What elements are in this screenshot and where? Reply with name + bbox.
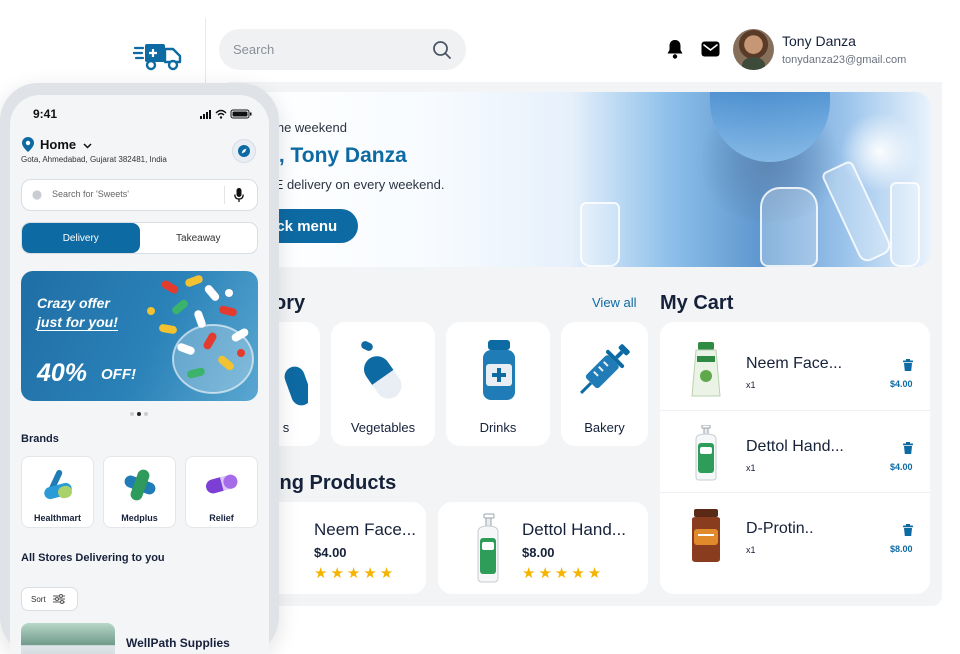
brand-card-medplus[interactable]: Medplus xyxy=(103,456,176,528)
location-label: Home xyxy=(40,137,77,152)
phone-search-bar[interactable] xyxy=(21,179,258,211)
cart-item-price: $4.00 xyxy=(890,379,913,389)
app-screen: Tony Danza tonydanza23@gmail.com f the w… xyxy=(0,0,960,654)
supplement-jar-icon xyxy=(692,509,720,562)
medical-cross-icon xyxy=(124,469,156,501)
product-name: Neem Face... xyxy=(314,520,417,539)
cart-item-price: $4.00 xyxy=(890,462,913,472)
sort-button[interactable]: Sort xyxy=(21,587,78,611)
hand-wash-bottle-icon xyxy=(695,425,717,481)
category-label: Drinks xyxy=(479,420,517,435)
product-price: $8.00 xyxy=(522,545,555,560)
product-card[interactable]: Dettol Hand... $8.00 ★★★★★ xyxy=(438,502,648,594)
location-address: Gota, Ahmedabad, Gujarat 382481, India xyxy=(21,155,167,164)
search-icon[interactable] xyxy=(432,40,452,60)
pills-jar-image xyxy=(147,275,254,394)
offer-banner[interactable]: Crazy offer just for you! 40% OFF! xyxy=(21,271,258,401)
hand-wash-bottle-icon xyxy=(477,513,499,583)
banner-discount: 40% xyxy=(37,359,88,387)
carousel-dots[interactable] xyxy=(129,411,151,417)
cart-item-qty: x1 xyxy=(746,545,756,555)
user-avatar[interactable] xyxy=(733,29,774,70)
category-card[interactable]: Bakery xyxy=(561,322,648,446)
search-icon xyxy=(32,190,42,200)
syringe-icon xyxy=(580,344,630,394)
cart-item[interactable]: Dettol Hand... x1 $4.00 xyxy=(660,410,930,492)
cart-item-name: Dettol Hand... xyxy=(746,438,844,455)
capsule-icon xyxy=(206,474,238,494)
medicine-bottle-icon xyxy=(483,340,515,400)
rating-stars: ★★★★★ xyxy=(314,565,397,582)
capsule-pill-icon xyxy=(44,469,72,500)
cart-panel: Neem Face... x1 $4.00 Dettol Hand... x1 xyxy=(660,322,930,594)
location-selector[interactable]: Home xyxy=(40,137,92,152)
search-bar[interactable] xyxy=(219,29,466,70)
microphone-icon[interactable] xyxy=(234,188,244,203)
compass-icon[interactable] xyxy=(232,139,256,163)
cart-item[interactable]: D-Protin.. x1 $8.00 xyxy=(660,492,930,574)
tab-delivery[interactable]: Delivery xyxy=(22,223,140,253)
tab-takeaway[interactable]: Takeaway xyxy=(140,223,258,253)
brand-label: Healthmart xyxy=(33,513,81,523)
trash-icon[interactable] xyxy=(902,524,914,536)
brands-title: Brands xyxy=(21,433,59,445)
banner-line-1: Crazy offer xyxy=(37,295,110,311)
cart-item-qty: x1 xyxy=(746,380,756,390)
user-email: tonydanza23@gmail.com xyxy=(782,54,907,66)
phone-search-input[interactable] xyxy=(52,189,202,199)
sidebar-divider xyxy=(205,18,206,88)
delivery-truck-logo-icon[interactable] xyxy=(133,40,183,72)
order-type-tabs: Delivery Takeaway xyxy=(21,222,258,254)
store-image[interactable] xyxy=(21,623,115,654)
cart-item[interactable]: Neem Face... x1 $4.00 xyxy=(660,328,930,410)
brand-card-relief[interactable]: Relief xyxy=(185,456,258,528)
trash-icon[interactable] xyxy=(902,442,914,454)
mail-icon[interactable] xyxy=(699,38,721,60)
products-title: ing Products xyxy=(274,472,397,494)
face-wash-tube-icon xyxy=(691,342,721,397)
view-all-link[interactable]: View all xyxy=(592,295,637,310)
brand-label: Medplus xyxy=(121,513,158,523)
product-price: $4.00 xyxy=(314,545,347,560)
cart-item-price: $8.00 xyxy=(890,544,913,554)
banner-line-2: just for you! xyxy=(37,314,118,331)
phone-screen: 9:41 Home Gota, Ahmedabad, Gujarat 38248… xyxy=(10,95,269,654)
hero-title: o, Tony Danza xyxy=(266,144,407,167)
user-name: Tony Danza xyxy=(782,33,856,49)
notification-bell-icon[interactable] xyxy=(664,38,686,60)
brand-label: Relief xyxy=(209,513,234,523)
store-name[interactable]: WellPath Supplies xyxy=(126,636,230,650)
location-pin-icon xyxy=(22,137,34,152)
banner-discount-suffix: OFF! xyxy=(101,366,136,383)
sliders-icon xyxy=(52,594,65,604)
category-card[interactable]: Drinks xyxy=(446,322,550,446)
cart-title: My Cart xyxy=(660,292,734,314)
stores-title: All Stores Delivering to you xyxy=(21,552,165,564)
sort-label: Sort xyxy=(31,594,46,604)
product-name: Dettol Hand... xyxy=(522,520,626,539)
search-input[interactable] xyxy=(233,42,432,57)
trash-icon[interactable] xyxy=(902,359,914,371)
cart-item-name: D-Protin.. xyxy=(746,520,814,537)
cart-item-name: Neem Face... xyxy=(746,355,843,372)
category-card[interactable]: Vegetables xyxy=(331,322,435,446)
hero-description: EE delivery on every weekend. xyxy=(266,177,445,192)
status-time: 9:41 xyxy=(33,107,58,121)
category-label: Vegetables xyxy=(350,420,416,435)
phone-mockup: 9:41 Home Gota, Ahmedabad, Gujarat 38248… xyxy=(0,83,279,654)
capsule-icon xyxy=(361,341,402,399)
rating-stars: ★★★★★ xyxy=(522,565,605,582)
cart-item-qty: x1 xyxy=(746,463,756,473)
chevron-down-icon xyxy=(83,143,92,149)
brand-card-healthmart[interactable]: Healthmart xyxy=(21,456,94,528)
status-bar-icons xyxy=(200,109,252,119)
category-label: Bakery xyxy=(584,420,625,435)
